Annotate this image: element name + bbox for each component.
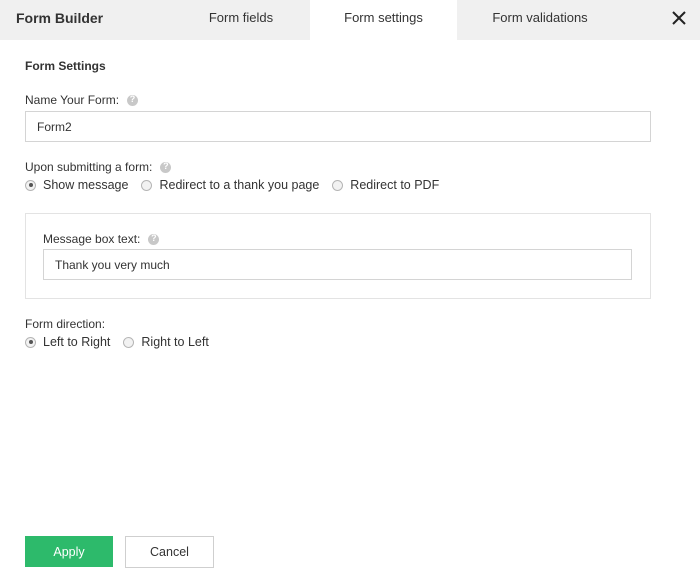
app-title: Form Builder <box>16 10 104 26</box>
direction-label: Form direction: <box>25 317 106 331</box>
help-icon[interactable] <box>127 94 139 106</box>
radio-checked-icon <box>25 179 36 191</box>
on-submit-options: Show message Redirect to a thank you pag… <box>25 178 452 192</box>
radio-label: Redirect to PDF <box>350 178 440 192</box>
tab-form-settings[interactable]: Form settings <box>310 0 457 40</box>
radio-unchecked-icon <box>141 179 153 191</box>
on-submit-label-row: Upon submitting a form: <box>25 160 172 174</box>
radio-redirect-pdf[interactable]: Redirect to PDF <box>332 178 439 192</box>
help-icon[interactable] <box>148 233 160 245</box>
radio-checked-icon <box>25 336 36 348</box>
tab-form-validations[interactable]: Form validations <box>457 0 623 40</box>
radio-redirect-thank-you[interactable]: Redirect to a thank you page <box>141 178 319 192</box>
radio-unchecked-icon <box>123 336 135 348</box>
direction-label-row: Form direction: <box>25 317 105 331</box>
form-name-label-row: Name Your Form: <box>25 93 139 107</box>
close-icon <box>672 11 686 25</box>
message-box-label-row: Message box text: <box>43 232 160 246</box>
help-icon[interactable] <box>160 161 172 173</box>
radio-left-to-right[interactable]: Left to Right <box>25 335 110 349</box>
message-box-input[interactable] <box>43 249 632 280</box>
tab-form-fields[interactable]: Form fields <box>172 0 310 40</box>
radio-show-message[interactable]: Show message <box>25 178 128 192</box>
header-bar: Form Builder Form fields Form settings F… <box>0 0 700 40</box>
form-name-input[interactable] <box>25 111 651 142</box>
cancel-button[interactable]: Cancel <box>125 536 214 568</box>
direction-options: Left to Right Right to Left <box>25 335 222 349</box>
section-title: Form Settings <box>25 59 106 73</box>
message-box-label: Message box text: <box>43 232 141 246</box>
radio-label: Show message <box>43 178 129 192</box>
form-name-label: Name Your Form: <box>25 93 120 107</box>
apply-button[interactable]: Apply <box>25 536 113 567</box>
radio-unchecked-icon <box>332 179 344 191</box>
radio-label: Redirect to a thank you page <box>159 178 320 192</box>
radio-right-to-left[interactable]: Right to Left <box>123 335 209 349</box>
close-button[interactable] <box>664 4 694 34</box>
radio-label: Left to Right <box>43 335 111 349</box>
on-submit-label: Upon submitting a form: <box>25 160 153 174</box>
radio-label: Right to Left <box>141 335 209 349</box>
